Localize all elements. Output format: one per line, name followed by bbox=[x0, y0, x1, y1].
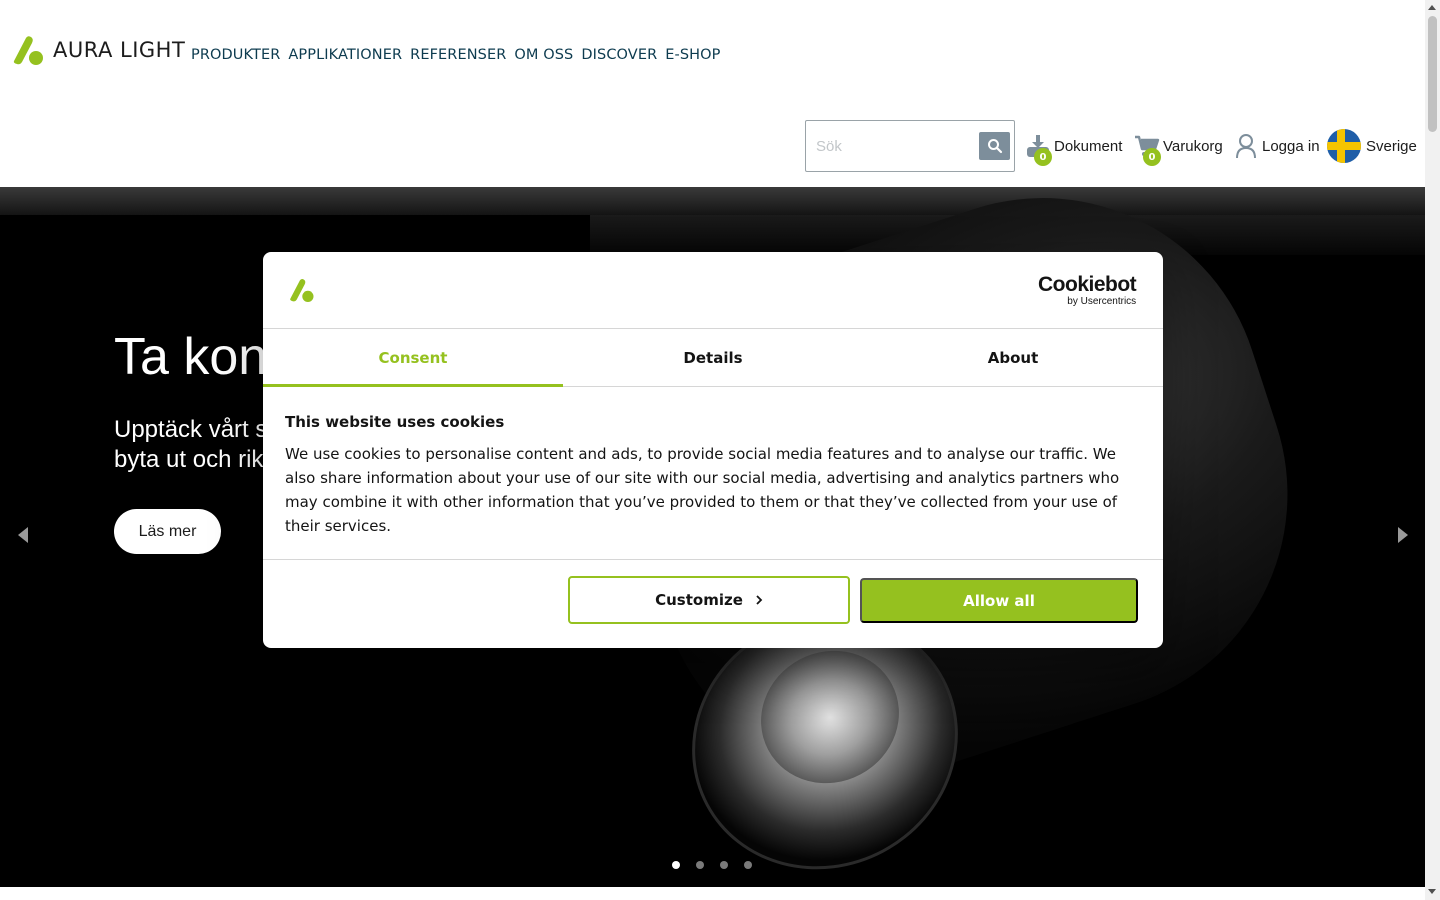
login-link[interactable]: Logga in bbox=[1232, 128, 1320, 164]
dialog-body-text: We use cookies to personalise content an… bbox=[285, 445, 1120, 535]
cookiebot-logo[interactable]: Cookiebot by Usercentrics bbox=[1038, 273, 1137, 307]
aura-light-logo-icon bbox=[13, 36, 43, 65]
customize-button-label: Customize bbox=[655, 591, 743, 609]
hero-title: Ta kon bbox=[114, 328, 268, 386]
sweden-flag-icon bbox=[1327, 129, 1361, 163]
search-input[interactable] bbox=[816, 135, 966, 157]
documents-link[interactable]: 0 Dokument bbox=[1024, 128, 1123, 166]
cookiebot-brand-name: Cookiebot bbox=[1038, 273, 1137, 296]
documents-label: Dokument bbox=[1054, 137, 1123, 155]
documents-icon-wrap: 0 bbox=[1024, 130, 1052, 166]
page: AURA LIGHT PRODUKTER APPLIKATIONER REFER… bbox=[0, 0, 1440, 900]
user-icon-wrap bbox=[1232, 130, 1260, 162]
dialog-header: Cookiebot by Usercentrics bbox=[263, 252, 1163, 329]
scroll-up-arrow-icon[interactable] bbox=[1428, 5, 1436, 10]
site-header: AURA LIGHT PRODUKTER APPLIKATIONER REFER… bbox=[0, 0, 1425, 187]
page-content-edge bbox=[0, 887, 1425, 900]
documents-count-badge: 0 bbox=[1034, 148, 1052, 166]
country-label: Sverige bbox=[1366, 137, 1417, 155]
page-scrollbar[interactable] bbox=[1425, 0, 1440, 900]
scroll-down-arrow-icon[interactable] bbox=[1428, 889, 1436, 894]
search-icon bbox=[987, 139, 1002, 154]
nav-item-discover[interactable]: DISCOVER bbox=[581, 47, 657, 63]
slider-dot-4[interactable] bbox=[744, 861, 752, 869]
hero-background-top bbox=[0, 187, 1425, 215]
read-more-button[interactable]: Läs mer bbox=[114, 509, 221, 554]
nav-item-produkter[interactable]: PRODUKTER bbox=[191, 47, 280, 63]
slider-dot-3[interactable] bbox=[720, 861, 728, 869]
slider-next-arrow-icon[interactable] bbox=[1398, 527, 1408, 543]
cart-label: Varukorg bbox=[1163, 137, 1223, 155]
cookiebot-brand-by: by Usercentrics bbox=[1067, 296, 1137, 307]
cart-icon-wrap: 0 bbox=[1133, 130, 1161, 166]
slider-pagination bbox=[672, 861, 752, 869]
slider-dot-2[interactable] bbox=[696, 861, 704, 869]
nav-item-applikationer[interactable]: APPLIKATIONER bbox=[288, 47, 402, 63]
country-selector[interactable]: Sverige bbox=[1327, 128, 1417, 164]
login-label: Logga in bbox=[1262, 137, 1320, 155]
user-icon bbox=[1236, 134, 1256, 159]
cart-count-badge: 0 bbox=[1143, 148, 1161, 166]
main-nav: PRODUKTER APPLIKATIONER REFERENSER OM OS… bbox=[191, 47, 721, 63]
allow-all-button[interactable]: Allow all bbox=[860, 578, 1138, 623]
aura-light-logo-icon bbox=[290, 278, 314, 302]
tab-consent[interactable]: Consent bbox=[263, 329, 563, 387]
nav-item-e-shop[interactable]: E-SHOP bbox=[665, 47, 720, 63]
cookie-consent-dialog: Cookiebot by Usercentrics Consent Detail… bbox=[263, 252, 1163, 648]
tab-about[interactable]: About bbox=[863, 329, 1163, 386]
tab-details[interactable]: Details bbox=[563, 329, 863, 386]
chevron-right-icon bbox=[756, 595, 763, 605]
dialog-tabs: Consent Details About bbox=[263, 329, 1163, 387]
cart-link[interactable]: 0 Varukorg bbox=[1133, 128, 1223, 166]
slider-dot-1[interactable] bbox=[672, 861, 680, 869]
slider-prev-arrow-icon[interactable] bbox=[18, 527, 28, 543]
site-logo[interactable]: AURA LIGHT bbox=[12, 34, 185, 66]
logo-text: AURA LIGHT bbox=[53, 38, 186, 62]
nav-item-om-oss[interactable]: OM OSS bbox=[514, 47, 573, 63]
scrollbar-thumb[interactable] bbox=[1428, 16, 1437, 132]
search-button[interactable] bbox=[979, 132, 1010, 160]
nav-item-referenser[interactable]: REFERENSER bbox=[410, 47, 506, 63]
customize-button[interactable]: Customize bbox=[568, 576, 850, 624]
search-box bbox=[805, 120, 1015, 172]
dialog-footer: Customize Allow all bbox=[263, 559, 1163, 648]
dialog-title: This website uses cookies bbox=[285, 413, 505, 431]
